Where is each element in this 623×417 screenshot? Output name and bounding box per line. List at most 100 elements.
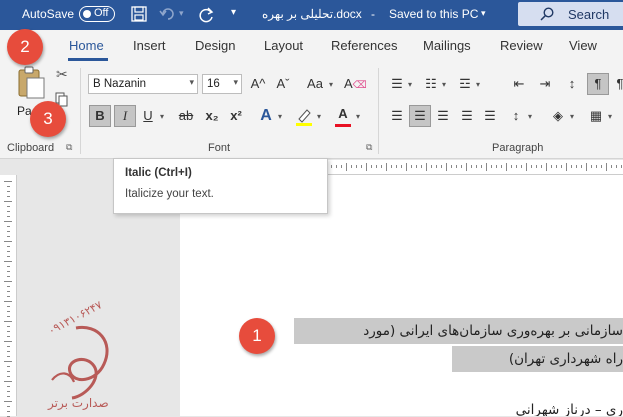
- subscript-button[interactable]: x₂: [201, 105, 223, 127]
- ruler-tick: [481, 165, 482, 168]
- chevron-down-icon[interactable]: ▾: [356, 112, 360, 121]
- ruler-tick: [4, 321, 12, 322]
- tab-references[interactable]: References: [331, 38, 397, 53]
- doc-line-2[interactable]: راه شهرداری تهران): [452, 346, 623, 372]
- shrink-font-button[interactable]: Aˇ: [272, 73, 294, 95]
- font-launcher-icon[interactable]: ⧉: [366, 142, 372, 153]
- chevron-down-icon[interactable]: ▾: [278, 112, 282, 121]
- tab-design[interactable]: Design: [195, 38, 235, 53]
- borders-icon[interactable]: ▦: [585, 105, 607, 127]
- grow-font-button[interactable]: A^: [247, 73, 269, 95]
- chevron-down-icon[interactable]: ▾: [408, 80, 412, 89]
- ruler-tick: [7, 251, 10, 252]
- ruler-tick: [421, 165, 422, 168]
- font-color-button[interactable]: A: [332, 103, 354, 125]
- ruler-tick: [7, 196, 10, 197]
- rtl-direction-icon[interactable]: ¶: [609, 73, 623, 95]
- customize-toolbar-icon[interactable]: ▾: [231, 7, 236, 18]
- chevron-down-icon[interactable]: ▾: [329, 80, 333, 89]
- chevron-down-icon[interactable]: ▾: [608, 112, 612, 121]
- doc-line-1[interactable]: سازمانی بر بهره‌وری سازمان‌های ایرانی (م…: [294, 318, 623, 344]
- paste-icon[interactable]: [16, 66, 46, 100]
- show-formatting-icon[interactable]: ¶: [587, 73, 609, 95]
- decrease-indent-icon[interactable]: ⇤: [508, 73, 530, 95]
- saved-status[interactable]: Saved to this PC: [389, 7, 478, 21]
- ruler-tick: [496, 165, 497, 168]
- align-right-icon[interactable]: ☰: [432, 105, 454, 127]
- vertical-ruler[interactable]: [0, 175, 17, 417]
- tab-view[interactable]: View: [569, 38, 597, 53]
- ruler-tick: [491, 165, 492, 168]
- ruler-tick: [441, 165, 442, 168]
- numbering-icon[interactable]: ☷: [420, 73, 442, 95]
- align-center-icon[interactable]: ☰: [409, 105, 431, 127]
- ruler-tick: [546, 163, 547, 171]
- distributed-icon[interactable]: ☰: [479, 105, 501, 127]
- tab-review[interactable]: Review: [500, 38, 543, 53]
- tab-layout[interactable]: Layout: [264, 38, 303, 53]
- ruler-tick: [331, 165, 332, 168]
- chevron-down-icon: ▾: [233, 77, 238, 87]
- chevron-down-icon[interactable]: ▾: [317, 112, 321, 121]
- chevron-down-icon[interactable]: ▾: [442, 80, 446, 89]
- line-spacing-icon[interactable]: ↕: [505, 105, 527, 127]
- ruler-tick: [476, 165, 477, 168]
- active-tab-underline: [68, 58, 108, 61]
- sort-icon[interactable]: ↕: [561, 73, 583, 95]
- shading-icon[interactable]: ◈: [547, 105, 569, 127]
- ruler-tick: [7, 186, 10, 187]
- ruler-tick: [601, 165, 602, 168]
- ruler-tick: [401, 165, 402, 168]
- chevron-down-icon: ▾: [189, 77, 194, 87]
- ruler-tick: [536, 165, 537, 168]
- ruler-tick: [7, 276, 10, 277]
- font-size-combo[interactable]: 16 ▾: [202, 74, 242, 94]
- multilevel-list-icon[interactable]: ☲: [454, 73, 476, 95]
- highlighter-icon[interactable]: [294, 107, 314, 127]
- ruler-tick: [596, 165, 597, 168]
- undo-dropdown-icon[interactable]: ▾: [179, 8, 184, 19]
- ruler-tick: [416, 165, 417, 168]
- bullets-icon[interactable]: ☰: [386, 73, 408, 95]
- align-left-icon[interactable]: ☰: [386, 105, 408, 127]
- clear-formatting-icon[interactable]: A⌫: [344, 73, 367, 95]
- ruler-tick: [361, 165, 362, 168]
- ruler-tick: [611, 165, 612, 168]
- chevron-down-icon[interactable]: ▾: [528, 112, 532, 121]
- redo-icon[interactable]: [197, 5, 215, 23]
- ruler-tick: [461, 165, 462, 168]
- tab-home[interactable]: Home: [69, 38, 104, 53]
- ruler-tick: [556, 165, 557, 168]
- tab-mailings[interactable]: Mailings: [423, 38, 471, 53]
- italic-button[interactable]: I: [114, 105, 136, 127]
- bold-button[interactable]: B: [89, 105, 111, 127]
- ruler-tick: [4, 221, 12, 222]
- font-name-combo[interactable]: B Nazanin ▾: [88, 74, 198, 94]
- ruler-tick: [451, 165, 452, 168]
- increase-indent-icon[interactable]: ⇥: [534, 73, 556, 95]
- ruler-tick: [436, 165, 437, 168]
- strikethrough-button[interactable]: ab: [175, 105, 197, 127]
- ruler-tick: [7, 256, 10, 257]
- ruler-tick: [501, 165, 502, 168]
- justify-icon[interactable]: ☰: [456, 105, 478, 127]
- text-effects-button[interactable]: A: [255, 105, 277, 127]
- chevron-down-icon[interactable]: ▾: [570, 112, 574, 121]
- save-icon[interactable]: [131, 6, 147, 22]
- doc-line-3[interactable]: ری – درناز شهرانی: [470, 398, 623, 416]
- clipboard-launcher-icon[interactable]: ⧉: [66, 142, 72, 153]
- undo-icon[interactable]: [159, 6, 177, 22]
- ruler-tick: [621, 165, 622, 168]
- search-box[interactable]: Search: [518, 2, 623, 26]
- tab-insert[interactable]: Insert: [133, 38, 166, 53]
- ruler-tick: [7, 346, 10, 347]
- change-case-button[interactable]: Aa: [302, 73, 328, 95]
- ruler-tick: [7, 236, 10, 237]
- chevron-down-icon[interactable]: ▾: [476, 80, 480, 89]
- cut-icon[interactable]: ✂: [56, 66, 68, 83]
- underline-button[interactable]: U: [137, 105, 159, 127]
- chevron-down-icon[interactable]: ▾: [160, 112, 164, 121]
- superscript-button[interactable]: x²: [225, 105, 247, 127]
- saved-status-chevron-icon[interactable]: ▾: [481, 8, 486, 19]
- autosave-toggle[interactable]: Off: [79, 6, 115, 22]
